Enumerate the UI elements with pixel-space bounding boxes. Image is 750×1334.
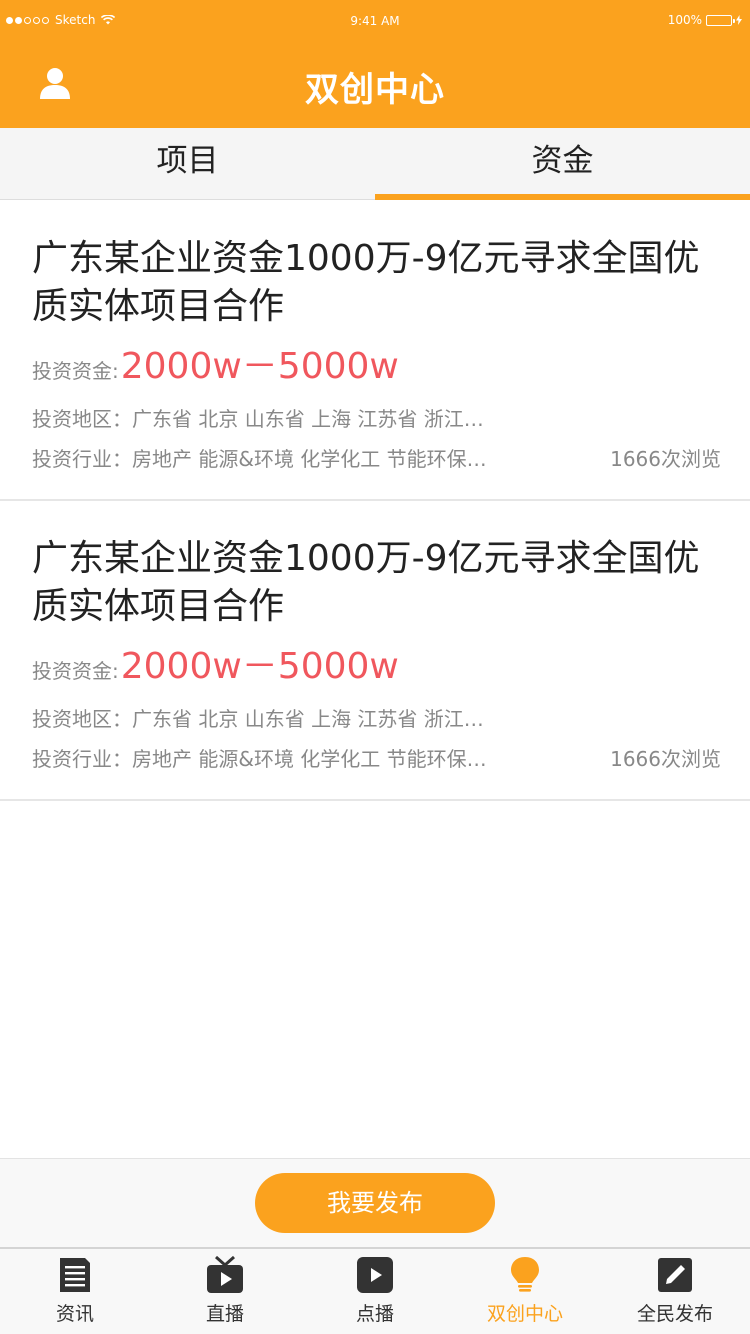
play-icon	[357, 1257, 393, 1293]
tabbar-label: 点播	[355, 1303, 394, 1325]
tabbar-item-innovation[interactable]: 双创中心	[450, 1249, 600, 1334]
price-row: 投资资金: 2000w－5000w	[32, 637, 399, 689]
list-item[interactable]: 广东某企业资金1000万-9亿元寻求全国优质实体项目合作 投资资金: 2000w…	[0, 201, 750, 501]
tab-projects[interactable]: 项目	[0, 128, 375, 199]
price-label: 投资资金:	[32, 659, 119, 683]
header: Sketch 9:41 AM 100% 双创中心	[0, 0, 750, 128]
battery-icon	[706, 14, 735, 26]
tv-icon	[207, 1255, 243, 1293]
tabbar-item-vod[interactable]: 点播	[300, 1249, 450, 1334]
tab-funds[interactable]: 资金	[375, 128, 750, 200]
status-bar: Sketch 9:41 AM 100%	[0, 0, 750, 40]
tabbar-label: 双创中心	[486, 1303, 563, 1325]
industry-text: 投资行业：房地产 能源&环境 化学化工 节能环保…	[32, 747, 487, 771]
list-item[interactable]: 广东某企业资金1000万-9亿元寻求全国优质实体项目合作 投资资金: 2000w…	[0, 501, 750, 801]
price-value: 2000w－5000w	[120, 346, 399, 387]
tabbar-item-news[interactable]: 资讯	[0, 1249, 150, 1334]
view-count: 1666次浏览	[610, 747, 721, 771]
region-text: 投资地区：广东省 北京 山东省 上海 江苏省 浙江…	[32, 407, 484, 431]
industry-text: 投资行业：房地产 能源&环境 化学化工 节能环保…	[32, 447, 487, 471]
status-right: 100%	[668, 13, 742, 27]
item-title: 广东某企业资金1000万-9亿元寻求全国优质实体项目合作	[32, 238, 700, 327]
tab-bar: 资讯 直播 点播 双创中心 全民发布	[0, 1247, 750, 1334]
edit-icon	[658, 1258, 692, 1292]
status-time: 9:41 AM	[350, 14, 400, 28]
screen: Sketch 9:41 AM 100% 双创中心 项目 资金 广东某企业资金10…	[0, 0, 750, 1334]
lightbulb-icon	[511, 1257, 539, 1292]
page-title: 双创中心	[305, 70, 445, 110]
price-row: 投资资金: 2000w－5000w	[32, 337, 399, 389]
segment-tabs: 项目 资金	[0, 128, 750, 200]
battery-percent: 100%	[667, 13, 702, 27]
price-label: 投资资金:	[32, 359, 119, 383]
view-count: 1666次浏览	[610, 447, 721, 471]
region-text: 投资地区：广东省 北京 山东省 上海 江苏省 浙江…	[32, 707, 484, 731]
fund-list: 广东某企业资金1000万-9亿元寻求全国优质实体项目合作 投资资金: 2000w…	[0, 201, 750, 801]
tabbar-label: 资讯	[55, 1303, 94, 1325]
publish-bar: 我要发布	[0, 1158, 750, 1247]
price-value: 2000w－5000w	[120, 646, 399, 687]
item-title: 广东某企业资金1000万-9亿元寻求全国优质实体项目合作	[32, 538, 700, 627]
tabbar-label: 直播	[205, 1303, 244, 1325]
tabbar-label: 全民发布	[636, 1303, 713, 1325]
tabbar-item-live[interactable]: 直播	[150, 1249, 300, 1334]
publish-button[interactable]: 我要发布	[255, 1173, 495, 1233]
charging-icon	[736, 15, 742, 25]
news-icon	[60, 1258, 90, 1292]
tabbar-item-publish[interactable]: 全民发布	[600, 1249, 750, 1334]
